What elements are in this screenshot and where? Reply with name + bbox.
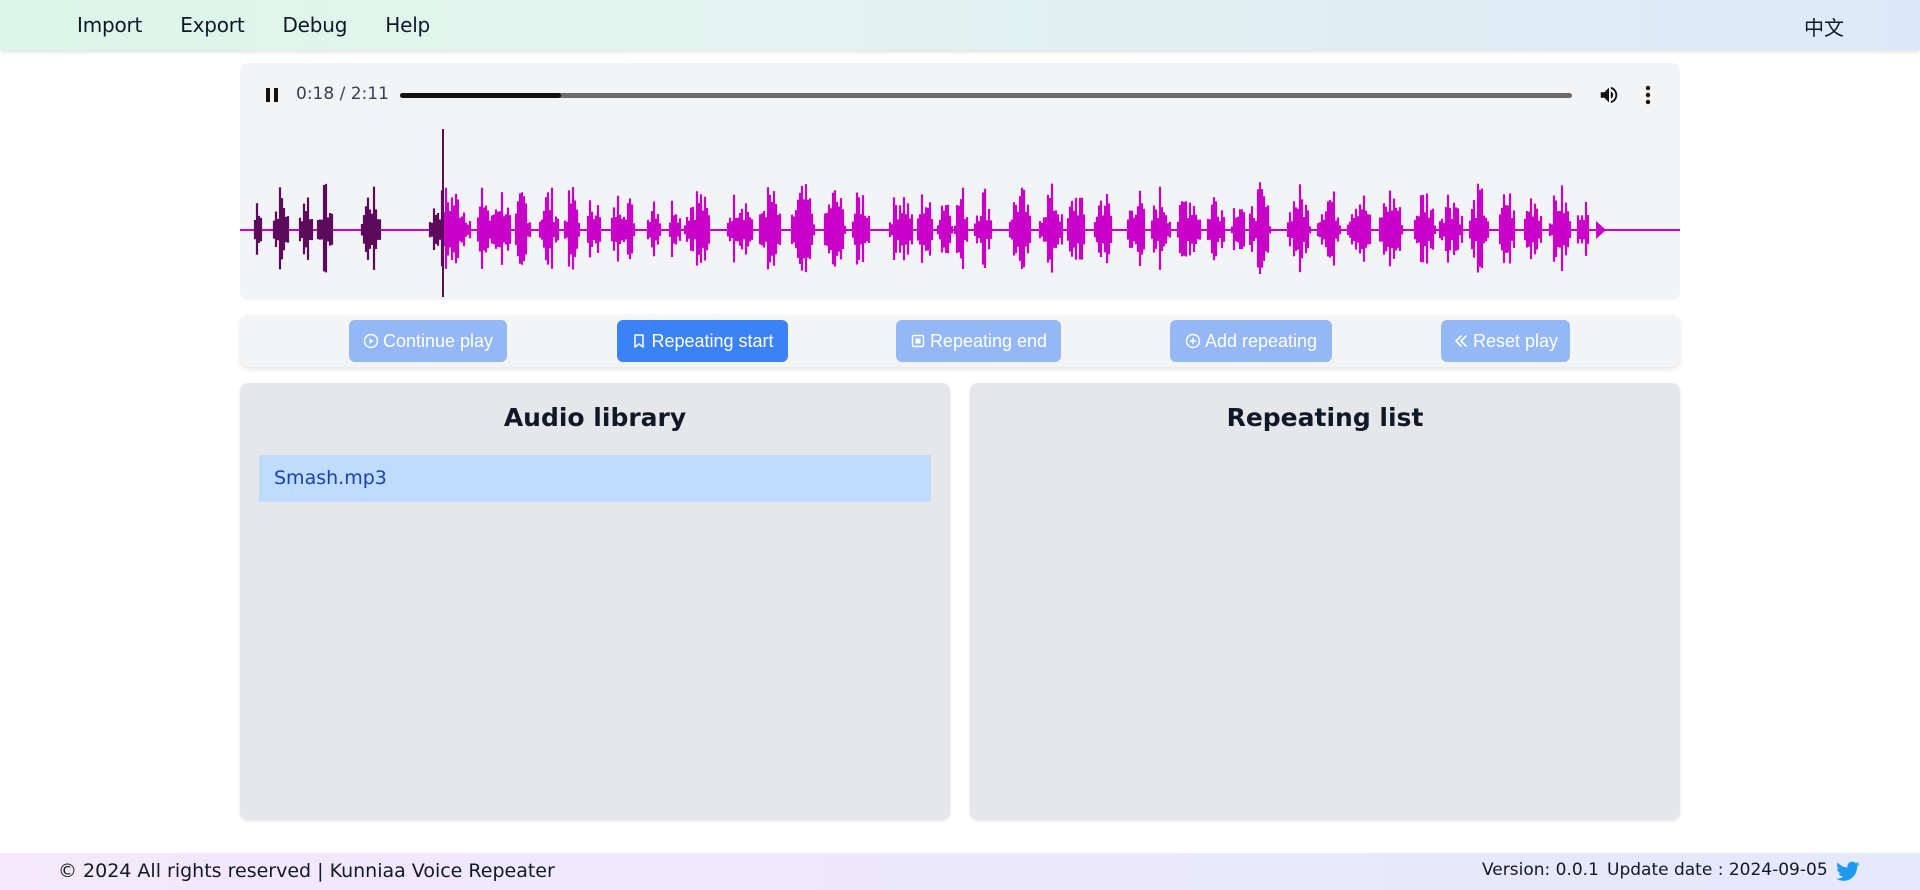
language-switch[interactable]: 中文 [1804,12,1844,41]
repeating-list-panel: Repeating list [970,383,1680,820]
more-vertical-icon[interactable] [1643,84,1653,106]
continue-play-label: Continue play [382,330,494,351]
audio-library-panel: Audio library Smash.mp3 [240,383,950,820]
play-circle-icon [363,333,379,349]
repeating-start-label: Repeating start [651,330,774,351]
waveform-played [253,183,444,273]
menu-export[interactable]: Export [161,13,263,37]
continue-play-button[interactable]: Continue play [349,320,507,362]
repeating-list-title: Repeating list [1226,403,1424,432]
top-navbar: Import Export Debug Help 中文 [0,0,1920,50]
menu-help[interactable]: Help [366,13,449,37]
menu-debug[interactable]: Debug [263,13,366,37]
audio-player-card: 0:18 / 2:11 [240,63,1680,300]
progress-fill [400,93,561,98]
repeating-start-button[interactable]: Repeating start [617,320,788,362]
audio-waveform[interactable] [240,127,1680,300]
audio-library-title: Audio library [503,403,687,432]
twitter-icon[interactable] [1836,861,1860,882]
volume-icon[interactable] [1598,84,1620,106]
menu-import[interactable]: Import [58,13,161,37]
waveform-unplayed [442,182,1590,274]
playback-time: 0:18 / 2:11 [296,84,389,104]
version-text: Version: 0.0.1 [1482,860,1599,880]
double-chevron-left-icon [1455,335,1467,347]
audio-controls: 0:18 / 2:11 [240,63,1680,127]
add-repeating-button[interactable]: Add repeating [1170,320,1332,362]
repeat-controls-toolbar: Continue play Repeating start Repeating … [240,315,1680,367]
pause-icon[interactable] [264,87,280,103]
library-item[interactable]: Smash.mp3 [259,455,931,502]
repeating-end-button[interactable]: Repeating end [896,320,1061,362]
stop-square-icon [911,334,925,348]
bookmark-start-icon [634,334,645,348]
add-repeating-label: Add repeating [1204,330,1318,351]
reset-play-button[interactable]: Reset play [1441,320,1570,362]
plus-circle-icon [1185,333,1201,349]
copyright-text: © 2024 All rights reserved | Kunniaa Voi… [58,860,555,882]
waveform-end-marker [1596,221,1606,239]
main-menu: Import Export Debug Help [58,13,449,37]
repeating-end-label: Repeating end [929,330,1048,351]
playback-progress-bar[interactable] [400,93,1572,98]
update-date-text: Update date : 2024-09-05 [1607,860,1828,880]
reset-play-label: Reset play [1472,330,1559,351]
footer: © 2024 All rights reserved | Kunniaa Voi… [0,853,1920,890]
